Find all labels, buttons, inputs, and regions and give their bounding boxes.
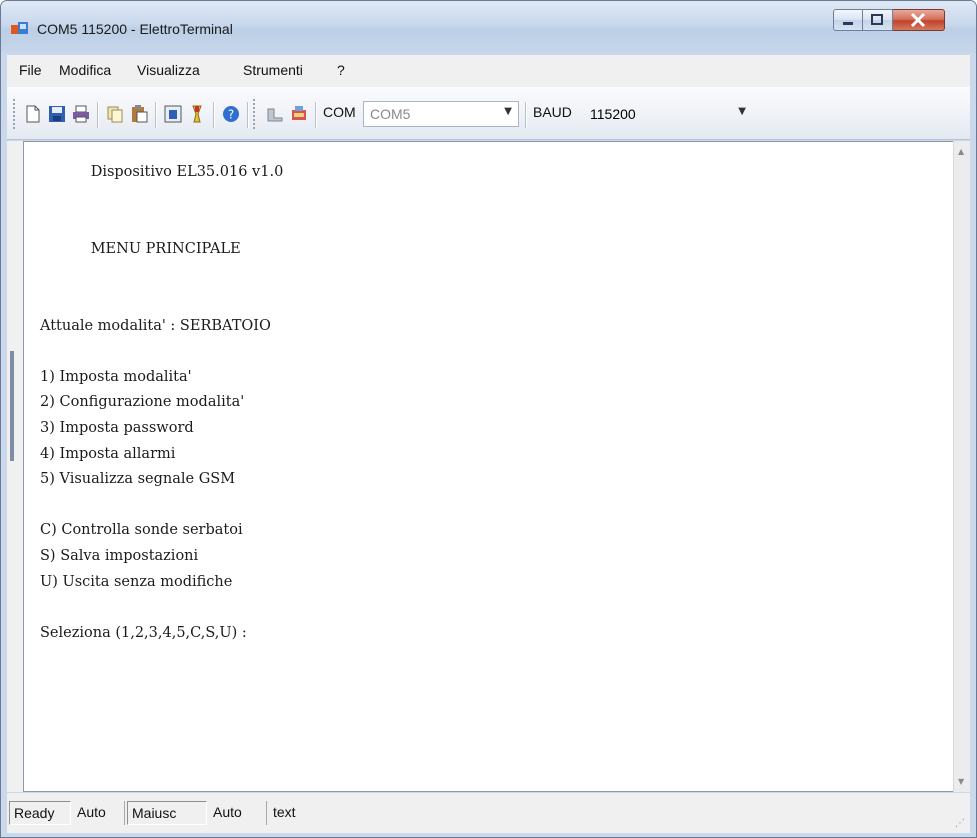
- toolbar-grip[interactable]: [13, 99, 18, 129]
- toolbar-separator: [155, 102, 156, 128]
- baud-label: BAUD: [533, 104, 572, 120]
- baud-rate-value: 115200: [590, 106, 636, 122]
- terminal-output[interactable]: Dispositivo EL35.016 v1.0 MENU PRINCIPAL…: [23, 141, 954, 792]
- menu-visualizza[interactable]: Visualizza: [137, 62, 200, 78]
- terminal-line: U) Uscita senza modifiche: [40, 573, 233, 590]
- save-icon[interactable]: [47, 104, 67, 124]
- menu-modifica[interactable]: Modifica: [59, 62, 111, 78]
- copy-icon[interactable]: [105, 104, 125, 124]
- menu-strumenti[interactable]: Strumenti: [243, 62, 303, 78]
- menu-file[interactable]: File: [19, 62, 42, 78]
- toolbar-separator: [213, 102, 214, 128]
- help-icon[interactable]: ?: [221, 104, 241, 124]
- minimize-button[interactable]: [833, 9, 863, 31]
- baud-rate-select[interactable]: 115200 ▼: [583, 101, 753, 127]
- app-icon: [11, 22, 28, 34]
- status-auto-1: Auto: [73, 801, 125, 825]
- vertical-scrollbar[interactable]: ▲ ▼: [953, 141, 970, 792]
- terminal-line: Dispositivo EL35.016 v1.0: [40, 164, 284, 180]
- terminal-line: 4) Imposta allarmi: [40, 445, 176, 462]
- menu-help[interactable]: ?: [337, 62, 345, 78]
- maximize-button[interactable]: [863, 9, 893, 31]
- terminal-line: Seleziona (1,2,3,4,5,C,S,U) :: [40, 624, 247, 641]
- new-file-icon[interactable]: [23, 104, 43, 124]
- capture-icon[interactable]: [163, 104, 183, 124]
- chevron-down-icon: ▼: [504, 106, 512, 117]
- close-icon: [910, 12, 926, 28]
- terminal-line: S) Salva impostazioni: [40, 548, 199, 564]
- left-margin: [7, 141, 23, 792]
- status-text: text: [273, 804, 296, 820]
- resize-grip-icon[interactable]: ⋰: [955, 818, 965, 829]
- title-bar[interactable]: COM5 115200 - ElettroTerminal: [1, 1, 976, 53]
- status-maiusc: Maiusc: [127, 801, 207, 825]
- toolbar-separator: [247, 102, 248, 128]
- scroll-down-icon[interactable]: ▼: [958, 777, 964, 786]
- paste-icon[interactable]: [129, 104, 149, 124]
- status-ready: Ready: [9, 801, 71, 825]
- toolbar-separator: [525, 102, 526, 128]
- app-window: COM5 115200 - ElettroTerminal File Modif…: [0, 0, 977, 838]
- minimize-icon: [843, 22, 853, 25]
- toolbar-grip-2[interactable]: [253, 99, 258, 129]
- close-button[interactable]: [893, 9, 945, 31]
- status-auto-2: Auto: [209, 801, 267, 825]
- com-label: COM: [323, 104, 356, 120]
- svg-text:?: ?: [228, 108, 234, 122]
- scroll-up-icon[interactable]: ▲: [958, 147, 964, 156]
- terminal-line: 3) Imposta password: [40, 420, 194, 436]
- terminal-line: Attuale modalita' : SERBATOIO: [40, 317, 271, 334]
- terminal-line: MENU PRINCIPALE: [40, 240, 241, 257]
- window-title: COM5 115200 - ElettroTerminal: [37, 21, 233, 37]
- com-port-value: COM5: [370, 106, 411, 122]
- clear-icon[interactable]: [187, 104, 207, 124]
- connect-icon[interactable]: [265, 104, 285, 124]
- com-port-select[interactable]: COM5 ▼: [363, 101, 519, 127]
- toolbar-separator: [315, 102, 316, 128]
- terminal-line: 2) Configurazione modalita': [40, 394, 245, 411]
- disconnect-icon[interactable]: [289, 104, 309, 124]
- menu-bar: File Modifica Visualizza Strumenti ?: [7, 55, 970, 87]
- toolbar: ? COM COM5 ▼ BAUD 115200 ▼: [7, 87, 970, 140]
- print-icon[interactable]: [71, 104, 91, 124]
- toolbar-separator: [97, 102, 98, 128]
- terminal-line: 5) Visualizza segnale GSM: [40, 471, 236, 488]
- terminal-line: C) Controlla sonde serbatoi: [40, 522, 243, 539]
- maximize-icon: [871, 14, 883, 25]
- left-marker: [10, 351, 14, 461]
- terminal-line: 1) Imposta modalita': [40, 368, 192, 385]
- status-bar: Ready Auto Maiusc Auto text ⋰: [7, 793, 970, 833]
- chevron-down-icon: ▼: [738, 106, 746, 117]
